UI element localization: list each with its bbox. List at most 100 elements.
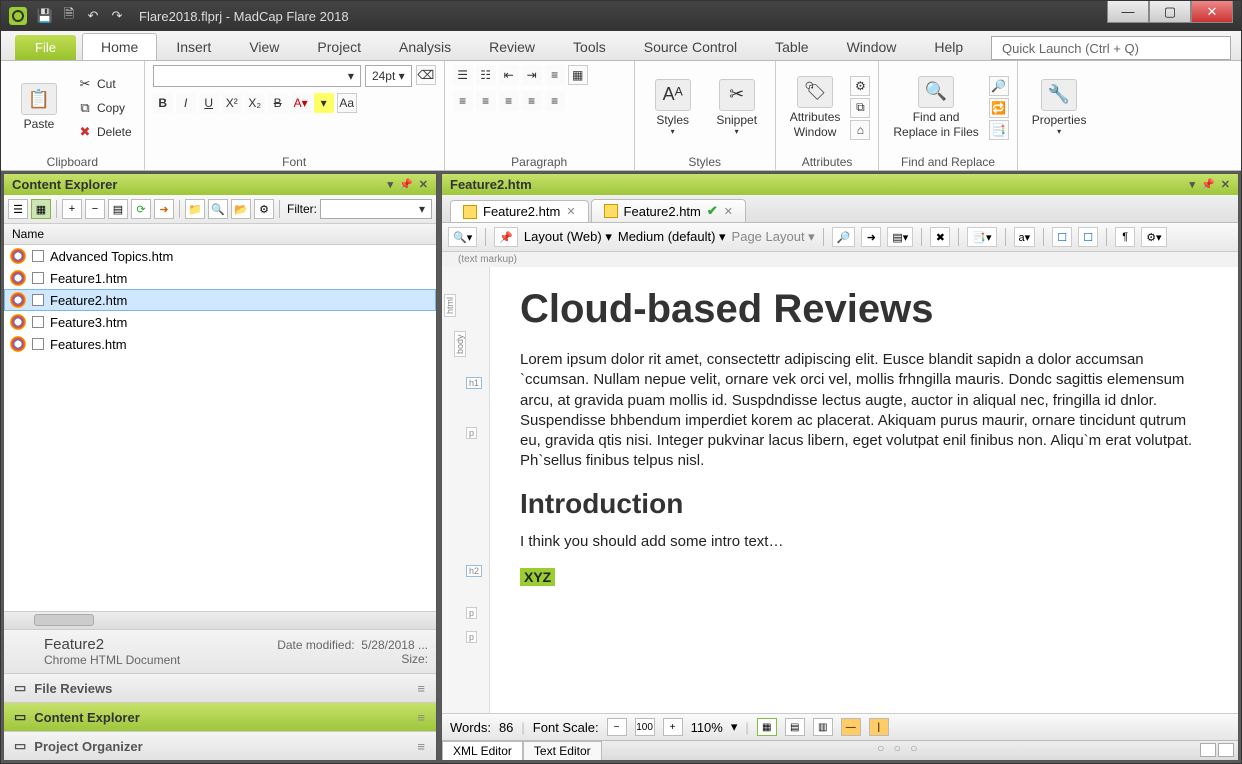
file-menu[interactable]: File bbox=[15, 35, 76, 60]
ed-panel-close-icon[interactable]: ✕ bbox=[1221, 178, 1230, 191]
bold-button[interactable]: B bbox=[153, 93, 173, 113]
h1-tag[interactable]: h1 bbox=[466, 377, 482, 389]
attr-btn2[interactable]: ⧉ bbox=[850, 98, 870, 118]
qat-save-all-icon[interactable]: 🗎 bbox=[61, 8, 77, 24]
line-spacing-button[interactable]: ≡ bbox=[545, 65, 565, 85]
ed-btn8[interactable]: ☐ bbox=[1078, 227, 1098, 247]
align-default-button[interactable]: ≡ bbox=[545, 91, 565, 111]
number-list-button[interactable]: ☷ bbox=[476, 65, 496, 85]
close-button[interactable]: ✕ bbox=[1191, 1, 1233, 23]
indent-button[interactable]: ⇥ bbox=[522, 65, 542, 85]
tree-view-button[interactable]: ☰ bbox=[8, 199, 28, 219]
split-v-button[interactable] bbox=[1218, 743, 1234, 757]
split-h-button[interactable] bbox=[1200, 743, 1216, 757]
align-center-button[interactable]: ≡ bbox=[476, 91, 496, 111]
ribbon-tab-analysis[interactable]: Analysis bbox=[380, 33, 470, 60]
ed-pin-icon[interactable]: 📌 bbox=[494, 227, 518, 247]
ed-zoom-icon[interactable]: 🔍▾ bbox=[448, 227, 477, 247]
accordion-content-explorer[interactable]: ▭Content Explorer≡ bbox=[4, 702, 436, 731]
delete-button[interactable]: ✖Delete bbox=[73, 121, 136, 143]
find-replace-button[interactable]: 🔍Find and Replace in Files bbox=[887, 74, 984, 141]
ed-btn2[interactable]: ➜ bbox=[861, 227, 881, 247]
panel-pin-icon[interactable]: 📌 bbox=[399, 178, 413, 191]
align-left-button[interactable]: ≡ bbox=[453, 91, 473, 111]
file-checkbox[interactable] bbox=[32, 316, 44, 328]
ruler-h-button[interactable]: ― bbox=[841, 718, 861, 736]
file-checkbox[interactable] bbox=[32, 272, 44, 284]
panel-close-icon[interactable]: ✕ bbox=[419, 178, 428, 191]
ed-btn4[interactable]: ✖ bbox=[930, 227, 950, 247]
clear-formatting-button[interactable]: ⌫ bbox=[416, 65, 436, 85]
doc-p2[interactable]: I think you should add some intro text… bbox=[520, 532, 1208, 552]
file-row[interactable]: Feature1.htm bbox=[4, 267, 436, 289]
strike-button[interactable]: B bbox=[268, 93, 288, 113]
ed-panel-pin-icon[interactable]: 📌 bbox=[1201, 178, 1215, 191]
file-row[interactable]: Feature3.htm bbox=[4, 311, 436, 333]
accordion-file-reviews[interactable]: ▭File Reviews≡ bbox=[4, 673, 436, 702]
align-justify-button[interactable]: ≡ bbox=[522, 91, 542, 111]
p2-tag[interactable]: p bbox=[466, 607, 477, 619]
ribbon-tab-tools[interactable]: Tools bbox=[554, 33, 625, 60]
nav-button[interactable]: ➜ bbox=[154, 199, 174, 219]
expand-button[interactable]: + bbox=[62, 199, 82, 219]
qat-redo-icon[interactable]: ↷ bbox=[109, 8, 125, 24]
annotation-xyz[interactable]: XYZ bbox=[520, 568, 555, 586]
ribbon-tab-view[interactable]: View bbox=[230, 33, 298, 60]
file-row[interactable]: Advanced Topics.htm bbox=[4, 245, 436, 267]
attr-btn1[interactable]: ⚙ bbox=[850, 76, 870, 96]
font-color-button[interactable]: A▾ bbox=[291, 93, 311, 113]
new-folder-button[interactable]: 📁 bbox=[185, 199, 205, 219]
ribbon-tab-home[interactable]: Home bbox=[82, 33, 157, 60]
filter-combo[interactable]: ▾ bbox=[320, 199, 432, 219]
maximize-button[interactable]: ▢ bbox=[1149, 1, 1191, 23]
outdent-button[interactable]: ⇤ bbox=[499, 65, 519, 85]
underline-button[interactable]: U bbox=[199, 93, 219, 113]
font-family-combo[interactable]: ▾ bbox=[153, 65, 361, 87]
ed-btn3[interactable]: ▤▾ bbox=[887, 227, 913, 247]
medium-dropdown[interactable]: Medium (default) ▾ bbox=[618, 229, 726, 245]
ribbon-tab-insert[interactable]: Insert bbox=[157, 33, 230, 60]
panel-dropdown-icon[interactable]: ▾ bbox=[388, 178, 394, 191]
attributes-window-button[interactable]: 🏷Attributes Window bbox=[784, 74, 847, 141]
list-view-button[interactable]: ▦ bbox=[31, 199, 51, 219]
find-file-button[interactable]: 🔍 bbox=[208, 199, 228, 219]
italic-button[interactable]: I bbox=[176, 93, 196, 113]
text-editor-tab[interactable]: Text Editor bbox=[523, 741, 602, 760]
subscript-button[interactable]: X₂ bbox=[245, 93, 265, 113]
h2-tag[interactable]: h2 bbox=[466, 565, 482, 577]
minimize-button[interactable]: — bbox=[1107, 1, 1149, 23]
highlight-button[interactable]: ▾ bbox=[314, 93, 334, 113]
file-row[interactable]: Features.htm bbox=[4, 333, 436, 355]
accordion-project-organizer[interactable]: ▭Project Organizer≡ bbox=[4, 731, 436, 760]
doc-h2[interactable]: Introduction bbox=[520, 488, 1208, 520]
ruler-v-button[interactable]: | bbox=[869, 718, 889, 736]
ribbon-tab-table[interactable]: Table bbox=[756, 33, 827, 60]
styles-button[interactable]: AᴬStyles▾ bbox=[643, 77, 703, 139]
file-checkbox[interactable] bbox=[32, 338, 44, 350]
cut-button[interactable]: ✂Cut bbox=[73, 73, 136, 95]
tab-close-icon[interactable]: ✕ bbox=[566, 205, 575, 218]
layout-dropdown[interactable]: Layout (Web) ▾ bbox=[524, 229, 612, 245]
p-tag[interactable]: p bbox=[466, 427, 477, 439]
ribbon-tab-source-control[interactable]: Source Control bbox=[625, 33, 756, 60]
ed-panel-dropdown-icon[interactable]: ▾ bbox=[1190, 178, 1196, 191]
attr-btn3[interactable]: ⌂ bbox=[850, 120, 870, 140]
file-row[interactable]: Feature2.htm bbox=[4, 289, 436, 311]
scale-plus-button[interactable]: + bbox=[663, 718, 683, 736]
doc-h1[interactable]: Cloud-based Reviews bbox=[520, 287, 1208, 332]
html-tag[interactable]: html bbox=[444, 294, 456, 317]
tab-close-icon[interactable]: ✕ bbox=[724, 205, 733, 218]
structure-gutter[interactable]: html body h1 p h2 p p bbox=[442, 267, 490, 713]
ribbon-tab-project[interactable]: Project bbox=[298, 33, 380, 60]
copy-button[interactable]: ⧉Copy bbox=[73, 97, 136, 119]
font-size-combo[interactable]: 24pt ▾ bbox=[365, 65, 412, 87]
name-column-header[interactable]: Name bbox=[4, 224, 436, 245]
xml-editor-tab[interactable]: XML Editor bbox=[442, 741, 523, 760]
open-button[interactable]: 📂 bbox=[231, 199, 251, 219]
refresh-button[interactable]: ⟳ bbox=[131, 199, 151, 219]
file-checkbox[interactable] bbox=[32, 250, 44, 262]
ribbon-tab-review[interactable]: Review bbox=[470, 33, 554, 60]
case-button[interactable]: Aa bbox=[337, 93, 357, 113]
show-files-button[interactable]: ▤ bbox=[108, 199, 128, 219]
view-btn1[interactable]: ▦ bbox=[757, 718, 777, 736]
